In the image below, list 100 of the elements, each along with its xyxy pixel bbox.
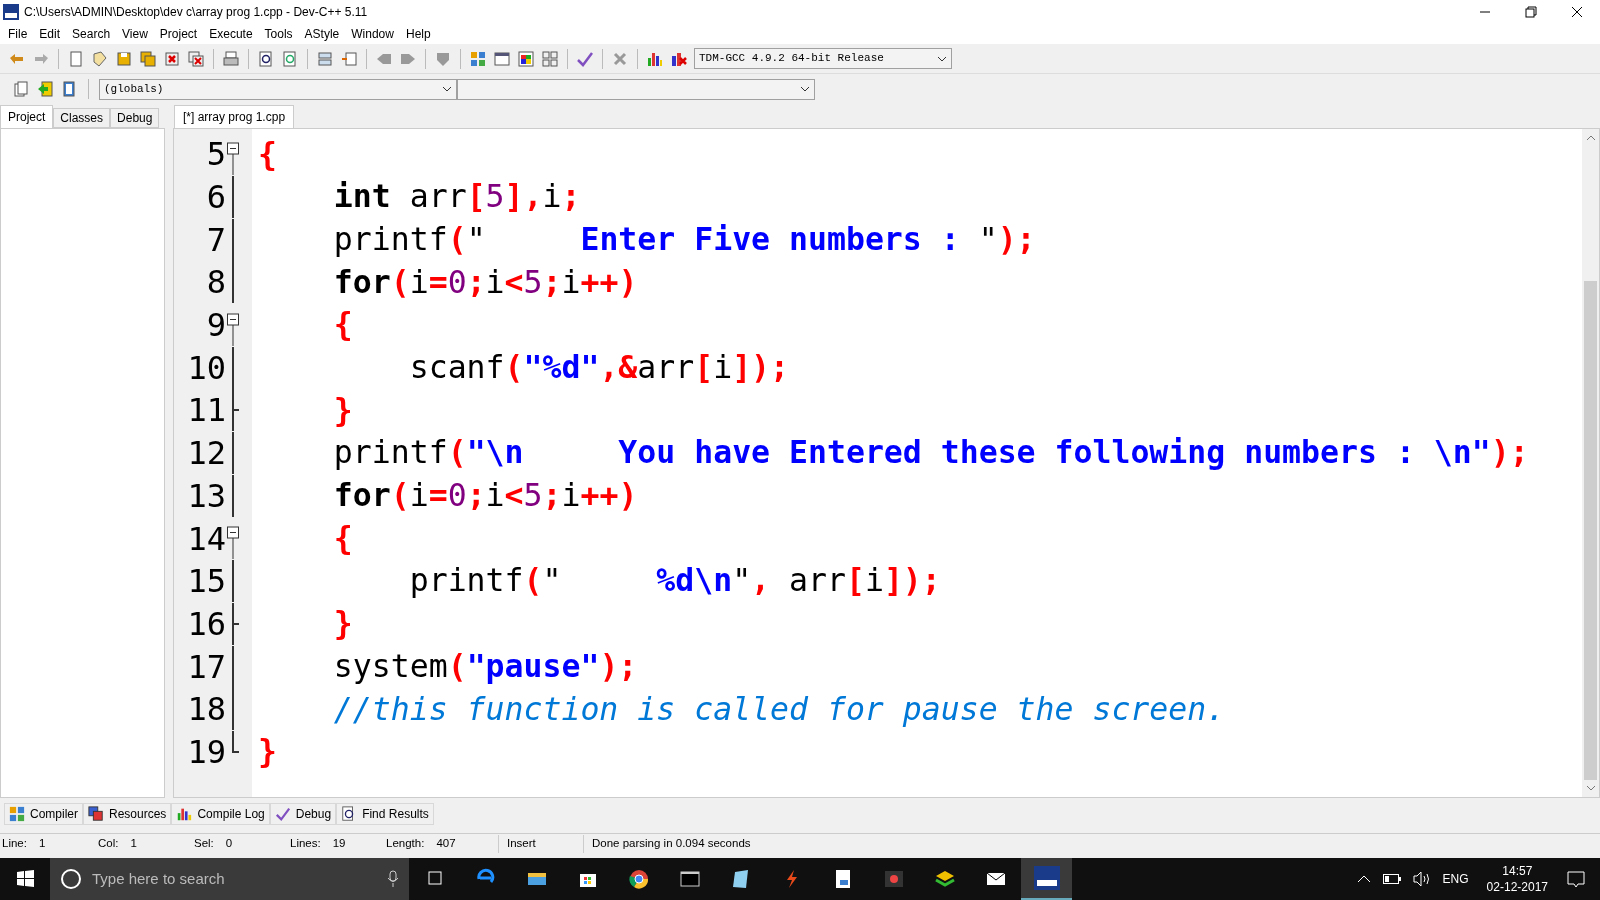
speaker-icon[interactable]: [1412, 871, 1431, 887]
menu-item[interactable]: Edit: [33, 25, 67, 43]
tile-icon[interactable]: [469, 49, 487, 68]
panel-tab[interactable]: Classes: [53, 108, 111, 128]
dropdown-caret-icon: [442, 86, 452, 92]
vertical-scrollbar[interactable]: [1582, 129, 1599, 797]
code-line: {: [258, 138, 277, 171]
notification-icon[interactable]: [1566, 869, 1586, 889]
line-number: 12: [187, 437, 226, 470]
status-value: 1: [130, 836, 137, 852]
app-logo-icon[interactable]: [1033, 866, 1060, 890]
menu-item[interactable]: Window: [345, 25, 400, 43]
status-message: Done parsing in 0.094 seconds: [591, 836, 752, 852]
code-line: }: [332, 394, 353, 427]
print-icon[interactable]: [222, 49, 240, 68]
find-icon[interactable]: [257, 49, 275, 68]
status-label: Lines:: [290, 836, 321, 852]
code-line: {: [332, 522, 353, 555]
code-line: printf("\n You have Entered these following numbers : \n");: [332, 437, 1529, 469]
check-icon: [274, 806, 291, 822]
line-number: 8: [206, 266, 226, 299]
dropdown-caret-icon: [937, 55, 947, 62]
colored-window-icon[interactable]: [517, 49, 535, 68]
battery-icon[interactable]: [1382, 874, 1401, 884]
output-tab[interactable]: Compile Log: [171, 803, 270, 825]
scope-select[interactable]: (globals): [99, 78, 457, 100]
line-number: 16: [187, 607, 226, 640]
close-all-icon[interactable]: [187, 49, 205, 68]
grid-icon[interactable]: [541, 49, 559, 68]
code-line: //this function is called for pause the screen.: [332, 693, 1226, 726]
code-line: }: [332, 608, 353, 640]
line-number: 5: [206, 138, 226, 171]
search-input-field[interactable]: Type here to search: [92, 867, 377, 891]
menu-item[interactable]: Help: [399, 25, 437, 43]
output-tab[interactable]: Compiler: [4, 803, 83, 825]
dropdown-caret-icon: [800, 86, 810, 92]
output-tab[interactable]: Debug: [269, 803, 337, 825]
code-line: {: [332, 309, 353, 341]
line-number: 7: [206, 223, 226, 256]
bookmark-icon[interactable]: [60, 80, 78, 98]
code-line: }: [258, 736, 277, 768]
app-logo-icon: [3, 4, 19, 20]
output-tab[interactable]: Find Results: [336, 803, 434, 825]
editor-tab[interactable]: [*] array prog 1.cpp: [174, 105, 295, 128]
panel-tab[interactable]: Debug: [110, 108, 160, 128]
status-label: Line:: [2, 836, 27, 852]
scrollbar-thumb[interactable]: [1584, 281, 1597, 780]
language-indicator[interactable]: ENG: [1442, 870, 1469, 888]
status-value: 1: [38, 836, 46, 852]
code-line: for(i=0;i<5;i++): [332, 480, 638, 512]
code-line: scanf("%d",&arr[i]);: [408, 352, 790, 384]
line-number: 17: [187, 650, 226, 683]
search-icon: [60, 868, 82, 890]
menu-item[interactable]: View: [116, 25, 154, 43]
terminal-icon[interactable]: [678, 868, 701, 890]
line-number: 9: [206, 309, 226, 342]
menu-item[interactable]: Tools: [258, 25, 299, 43]
new-file-icon[interactable]: [67, 49, 85, 68]
status-value: 19: [332, 836, 346, 852]
close-file-icon[interactable]: [163, 49, 181, 68]
panel-tab[interactable]: Project: [0, 105, 54, 128]
status-value: 407: [436, 836, 456, 852]
clock-date: 02-12-2017: [1486, 879, 1548, 895]
line-number: 18: [187, 693, 226, 726]
clock-time: 14:57: [1502, 863, 1533, 879]
code-line: for(i=0;i<5;i++): [332, 266, 638, 299]
line-number: 15: [187, 565, 226, 598]
line-number: 14: [187, 522, 226, 555]
window-title: C:\Users\ADMIN\Desktop\dev c\array prog 1.cpp - Dev-C++ 5.11: [24, 4, 368, 21]
code-line: printf(" %d\n", arr[i]);: [408, 565, 941, 597]
menu-item[interactable]: Search: [66, 25, 117, 43]
output-tab[interactable]: Resources: [83, 803, 172, 825]
status-label: Sel:: [194, 836, 214, 852]
microphone-icon[interactable]: [387, 870, 399, 888]
stacked-squares-icon: [88, 806, 104, 822]
compiler-select[interactable]: TDM-GCC 4.9.2 64-bit Release: [694, 48, 952, 69]
status-value: 0: [225, 836, 233, 852]
line-number: 11: [187, 394, 226, 427]
status-mode: Insert: [506, 836, 537, 852]
window-icon[interactable]: [493, 49, 511, 68]
unindent-icon[interactable]: [340, 49, 358, 68]
insert-icon[interactable]: [12, 80, 30, 98]
menu-item[interactable]: Execute: [203, 25, 259, 43]
status-label: Col:: [98, 836, 119, 852]
chrome-icon[interactable]: [627, 868, 650, 890]
code-line: printf(" Enter Five numbers : ");: [332, 223, 1036, 256]
menu-item[interactable]: File: [2, 25, 34, 43]
code-line: system("pause");: [332, 650, 638, 683]
chevron-up-icon[interactable]: [1356, 874, 1371, 884]
replace-icon[interactable]: [281, 49, 299, 68]
taskbar-search-field[interactable]: Type here to search: [50, 858, 409, 900]
arrow-into-page-icon[interactable]: [36, 80, 54, 98]
menu-item[interactable]: AStyle: [298, 25, 346, 43]
save-icon[interactable]: [115, 49, 133, 68]
indent-icon[interactable]: [316, 49, 334, 68]
grid-icon: [9, 806, 25, 822]
code-line: int arr[5],i;: [332, 181, 581, 213]
save-all-icon[interactable]: [139, 49, 157, 68]
bar-chart-icon: [176, 806, 193, 822]
menu-item[interactable]: Project: [153, 25, 204, 43]
